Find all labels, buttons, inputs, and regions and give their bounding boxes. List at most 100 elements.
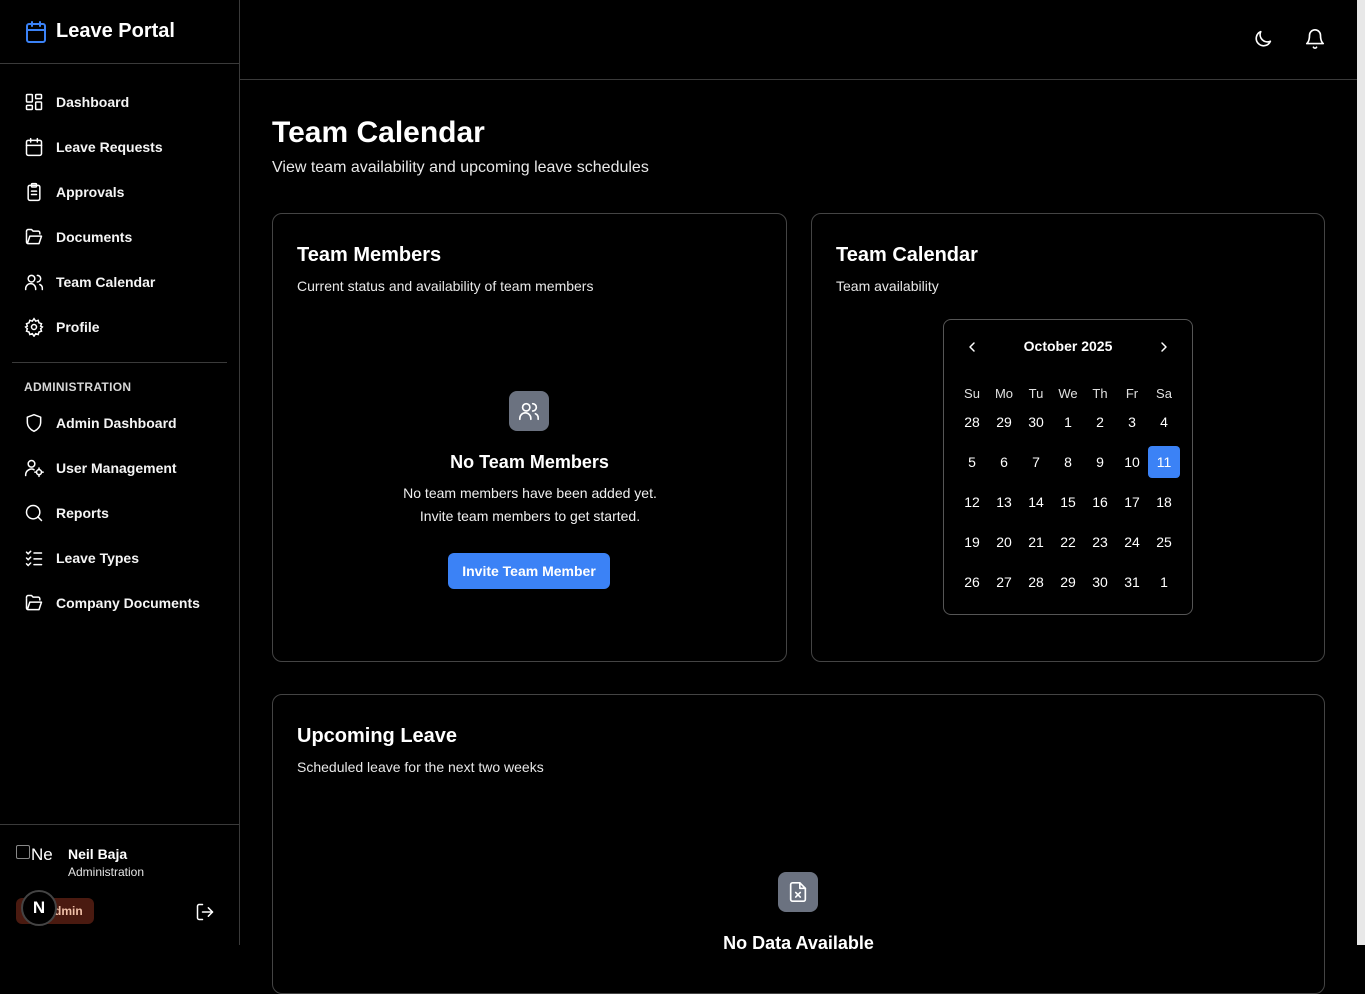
empty-state-title: No Data Available <box>723 933 874 953</box>
broken-image-icon <box>16 845 30 859</box>
calendar-week-row: 5 6 7 8 9 10 11 <box>956 446 1180 486</box>
calendar-weekday: We <box>1058 385 1078 401</box>
calendar-day[interactable]: 28 <box>1020 566 1052 598</box>
calendar-day[interactable]: 23 <box>1084 526 1116 558</box>
logout-icon[interactable] <box>195 902 215 922</box>
sidebar-item-documents[interactable]: Documents <box>0 214 239 259</box>
calendar-icon <box>25 137 43 156</box>
calendar-day[interactable]: 22 <box>1052 526 1084 558</box>
card-title: Upcoming Leave <box>297 725 458 747</box>
calendar-day[interactable]: 6 <box>988 446 1020 478</box>
sidebar-item-reports[interactable]: Reports <box>0 490 239 535</box>
moon-icon[interactable] <box>1252 28 1274 50</box>
card-description: Scheduled leave for the next two weeks <box>297 759 544 775</box>
calendar-weekday: Tu <box>1028 385 1044 401</box>
calendar-day[interactable]: 9 <box>1084 446 1116 478</box>
calendar-day[interactable]: 25 <box>1148 526 1180 558</box>
calendar-day-selected[interactable]: 11 <box>1148 446 1180 478</box>
chevron-right-icon[interactable] <box>1156 339 1172 355</box>
sidebar-item-company-documents[interactable]: Company Documents <box>0 580 239 625</box>
sidebar-item-profile[interactable]: Profile <box>0 304 239 349</box>
sidebar-item-user-management[interactable]: User Management <box>0 445 239 490</box>
calendar-day[interactable]: 14 <box>1020 486 1052 518</box>
sidebar-item-label: Reports <box>56 504 109 521</box>
calendar-day[interactable]: 12 <box>956 486 988 518</box>
sidebar-item-admin-dashboard[interactable]: Admin Dashboard <box>0 400 239 445</box>
list-checks-icon <box>25 550 43 567</box>
calendar-weekday: Su <box>964 385 980 401</box>
calendar-week-row: 26 27 28 29 30 31 1 <box>956 566 1180 606</box>
user-cog-icon <box>24 459 44 477</box>
calendar-day[interactable]: 29 <box>1052 566 1084 598</box>
calendar-weekday: Mo <box>994 385 1014 401</box>
page-subtitle: View team availability and upcoming leav… <box>272 159 649 176</box>
card-title: Team Calendar <box>836 244 978 266</box>
calendar-day[interactable]: 21 <box>1020 526 1052 558</box>
brand[interactable]: Leave Portal <box>0 0 239 64</box>
team-calendar-card: Team Calendar Team availability October … <box>811 213 1325 662</box>
calendar-day[interactable]: 10 <box>1116 446 1148 478</box>
calendar-day[interactable]: 8 <box>1052 446 1084 478</box>
sidebar-item-dashboard[interactable]: Dashboard <box>0 79 239 124</box>
calendar-day[interactable]: 16 <box>1084 486 1116 518</box>
calendar-day[interactable]: 28 <box>956 406 988 438</box>
sidebar-item-approvals[interactable]: Approvals <box>0 169 239 214</box>
calendar-day[interactable]: 1 <box>1148 566 1180 598</box>
calendar-day[interactable]: 24 <box>1116 526 1148 558</box>
dev-tools-badge[interactable]: N <box>21 890 57 926</box>
sidebar-item-label: Approvals <box>56 183 125 200</box>
bell-icon[interactable] <box>1304 28 1326 50</box>
nav-divider <box>12 362 227 363</box>
calendar-day[interactable]: 31 <box>1116 566 1148 598</box>
shield-icon <box>26 413 42 432</box>
calendar-month-label: October 2025 <box>1023 338 1113 354</box>
invite-team-member-button[interactable]: Invite Team Member <box>448 553 610 589</box>
calendar-week-row: 19 20 21 22 23 24 25 <box>956 526 1180 566</box>
sidebar-item-leave-requests[interactable]: Leave Requests <box>0 124 239 169</box>
calendar-day[interactable]: 15 <box>1052 486 1084 518</box>
calendar-weekday: Fr <box>1125 385 1139 401</box>
users-icon <box>24 274 44 290</box>
avatar-alt-text: Ne <box>31 845 53 864</box>
calendar-day[interactable]: 5 <box>956 446 988 478</box>
calendar-day[interactable]: 4 <box>1148 406 1180 438</box>
calendar-day[interactable]: 30 <box>1084 566 1116 598</box>
sidebar-item-leave-types[interactable]: Leave Types <box>0 535 239 580</box>
calendar-week-row: 12 13 14 15 16 17 18 <box>956 486 1180 526</box>
user-role: Administration <box>68 865 145 879</box>
folder-open-icon <box>25 594 43 610</box>
calendar-day[interactable]: 7 <box>1020 446 1052 478</box>
upcoming-leave-card: Upcoming Leave Scheduled leave for the n… <box>272 694 1325 994</box>
calendar-day[interactable]: 18 <box>1148 486 1180 518</box>
user-panel: Ne Neil Baja Administration dmin N <box>0 824 239 945</box>
empty-state-text: No team members have been added yet. Inv… <box>403 485 657 524</box>
app-title: Leave Portal <box>56 20 175 42</box>
calendar-weekday: Sa <box>1156 385 1172 401</box>
sidebar: Leave Portal Dashboard Leave Requests Ap… <box>0 0 240 945</box>
dashboard-icon <box>25 93 43 110</box>
calendar-day[interactable]: 20 <box>988 526 1020 558</box>
calendar-day[interactable]: 17 <box>1116 486 1148 518</box>
calendar-day[interactable]: 1 <box>1052 406 1084 438</box>
sidebar-item-team-calendar[interactable]: Team Calendar <box>0 259 239 304</box>
calendar-day[interactable]: 29 <box>988 406 1020 438</box>
calendar-day[interactable]: 26 <box>956 566 988 598</box>
card-description: Team availability <box>836 278 939 294</box>
sidebar-item-label: Profile <box>56 318 100 335</box>
sidebar-item-label: Team Calendar <box>56 273 156 290</box>
card-description: Current status and availability of team … <box>297 278 594 294</box>
scrollbar[interactable] <box>1357 0 1365 945</box>
calendar-day[interactable]: 19 <box>956 526 988 558</box>
calendar-day[interactable]: 30 <box>1020 406 1052 438</box>
calendar-day[interactable]: 13 <box>988 486 1020 518</box>
top-bar <box>240 0 1357 80</box>
calendar-day[interactable]: 3 <box>1116 406 1148 438</box>
calendar-day[interactable]: 27 <box>988 566 1020 598</box>
user-name: Neil Baja <box>68 846 128 862</box>
card-title: Team Members <box>297 244 442 266</box>
sidebar-item-label: Company Documents <box>56 594 200 611</box>
calendar-day[interactable]: 2 <box>1084 406 1116 438</box>
empty-state-icon <box>778 872 818 912</box>
calendar-week-row: 28 29 30 1 2 3 4 <box>956 406 1180 446</box>
calendar-weekday: Th <box>1092 385 1108 401</box>
